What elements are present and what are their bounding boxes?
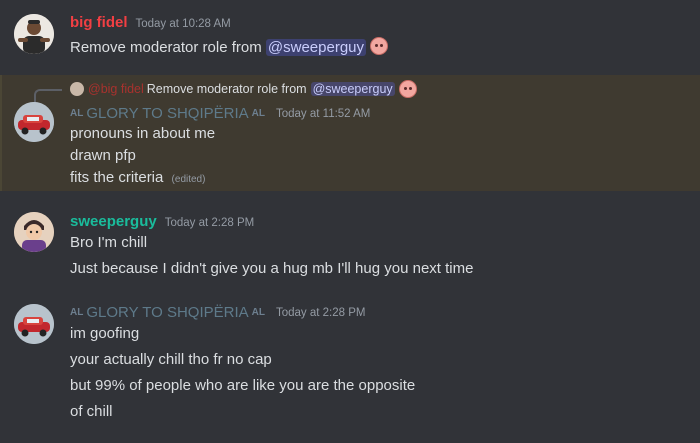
message-header: AL GLORY TO SHQIPËRIA AL Today at 11:52 … — [70, 105, 370, 122]
role-tag-left: AL — [70, 307, 84, 318]
avatar[interactable] — [14, 102, 54, 142]
timestamp[interactable]: Today at 11:52 AM — [276, 108, 370, 120]
username[interactable]: big fidel — [70, 14, 128, 31]
message-line: pronouns in about me — [70, 125, 216, 142]
emoji-icon — [398, 80, 417, 98]
timestamp[interactable]: Today at 2:28 PM — [276, 307, 366, 319]
reply-username[interactable]: @big fidel — [88, 82, 144, 96]
message-line: im goofing — [70, 325, 140, 342]
role-tag-right: AL — [251, 307, 265, 318]
avatar[interactable] — [14, 304, 54, 344]
message-line: Just because I didn't give you a hug mb … — [70, 260, 474, 277]
timestamp[interactable]: Today at 2:28 PM — [165, 217, 255, 229]
edited-label: (edited) — [171, 174, 206, 185]
avatar[interactable] — [14, 14, 54, 54]
message-glory: AL GLORY TO SHQIPËRIA AL Today at 2:28 P… — [0, 297, 700, 437]
message-header: big fidel Today at 10:28 AM — [70, 14, 231, 31]
username[interactable]: sweeperguy — [70, 213, 157, 230]
username[interactable]: GLORY TO SHQIPËRIA — [86, 105, 248, 122]
role-tag-left: AL — [70, 108, 84, 119]
user-mention[interactable]: @sweeperguy — [265, 39, 367, 56]
reply-preview[interactable]: @big fidel Remove moderator role from @s… — [70, 80, 417, 98]
message-big-fidel: big fidel Today at 10:28 AM Remove moder… — [0, 0, 700, 70]
timestamp[interactable]: Today at 10:28 AM — [136, 18, 231, 30]
message-glory-reply: @big fidel Remove moderator role from @s… — [0, 75, 700, 191]
avatar[interactable] — [14, 212, 54, 252]
emoji-icon[interactable] — [370, 37, 389, 55]
message-text: fits the criteria — [70, 169, 164, 186]
message-sweeperguy: sweeperguy Today at 2:28 PM Bro I'm chil… — [0, 200, 700, 290]
message-line: drawn pfp — [70, 147, 136, 164]
role-tag-right: AL — [251, 108, 265, 119]
username[interactable]: GLORY TO SHQIPËRIA — [86, 304, 248, 321]
message-line: but 99% of people who are like you are t… — [70, 377, 416, 394]
message-header: sweeperguy Today at 2:28 PM — [70, 213, 254, 230]
message-line: your actually chill tho fr no cap — [70, 351, 272, 368]
reply-mention[interactable]: @sweeperguy — [310, 82, 395, 96]
message-content: Remove moderator role from @sweeperguy — [70, 37, 389, 56]
reply-avatar — [70, 82, 84, 96]
reply-text: Remove moderator role from — [146, 82, 307, 96]
message-line-edited: fits the criteria (edited) — [70, 169, 205, 186]
message-text: Remove moderator role from — [70, 39, 262, 56]
message-header: AL GLORY TO SHQIPËRIA AL Today at 2:28 P… — [70, 304, 365, 321]
message-line: Bro I'm chill — [70, 234, 148, 251]
message-line: of chill — [70, 403, 113, 420]
